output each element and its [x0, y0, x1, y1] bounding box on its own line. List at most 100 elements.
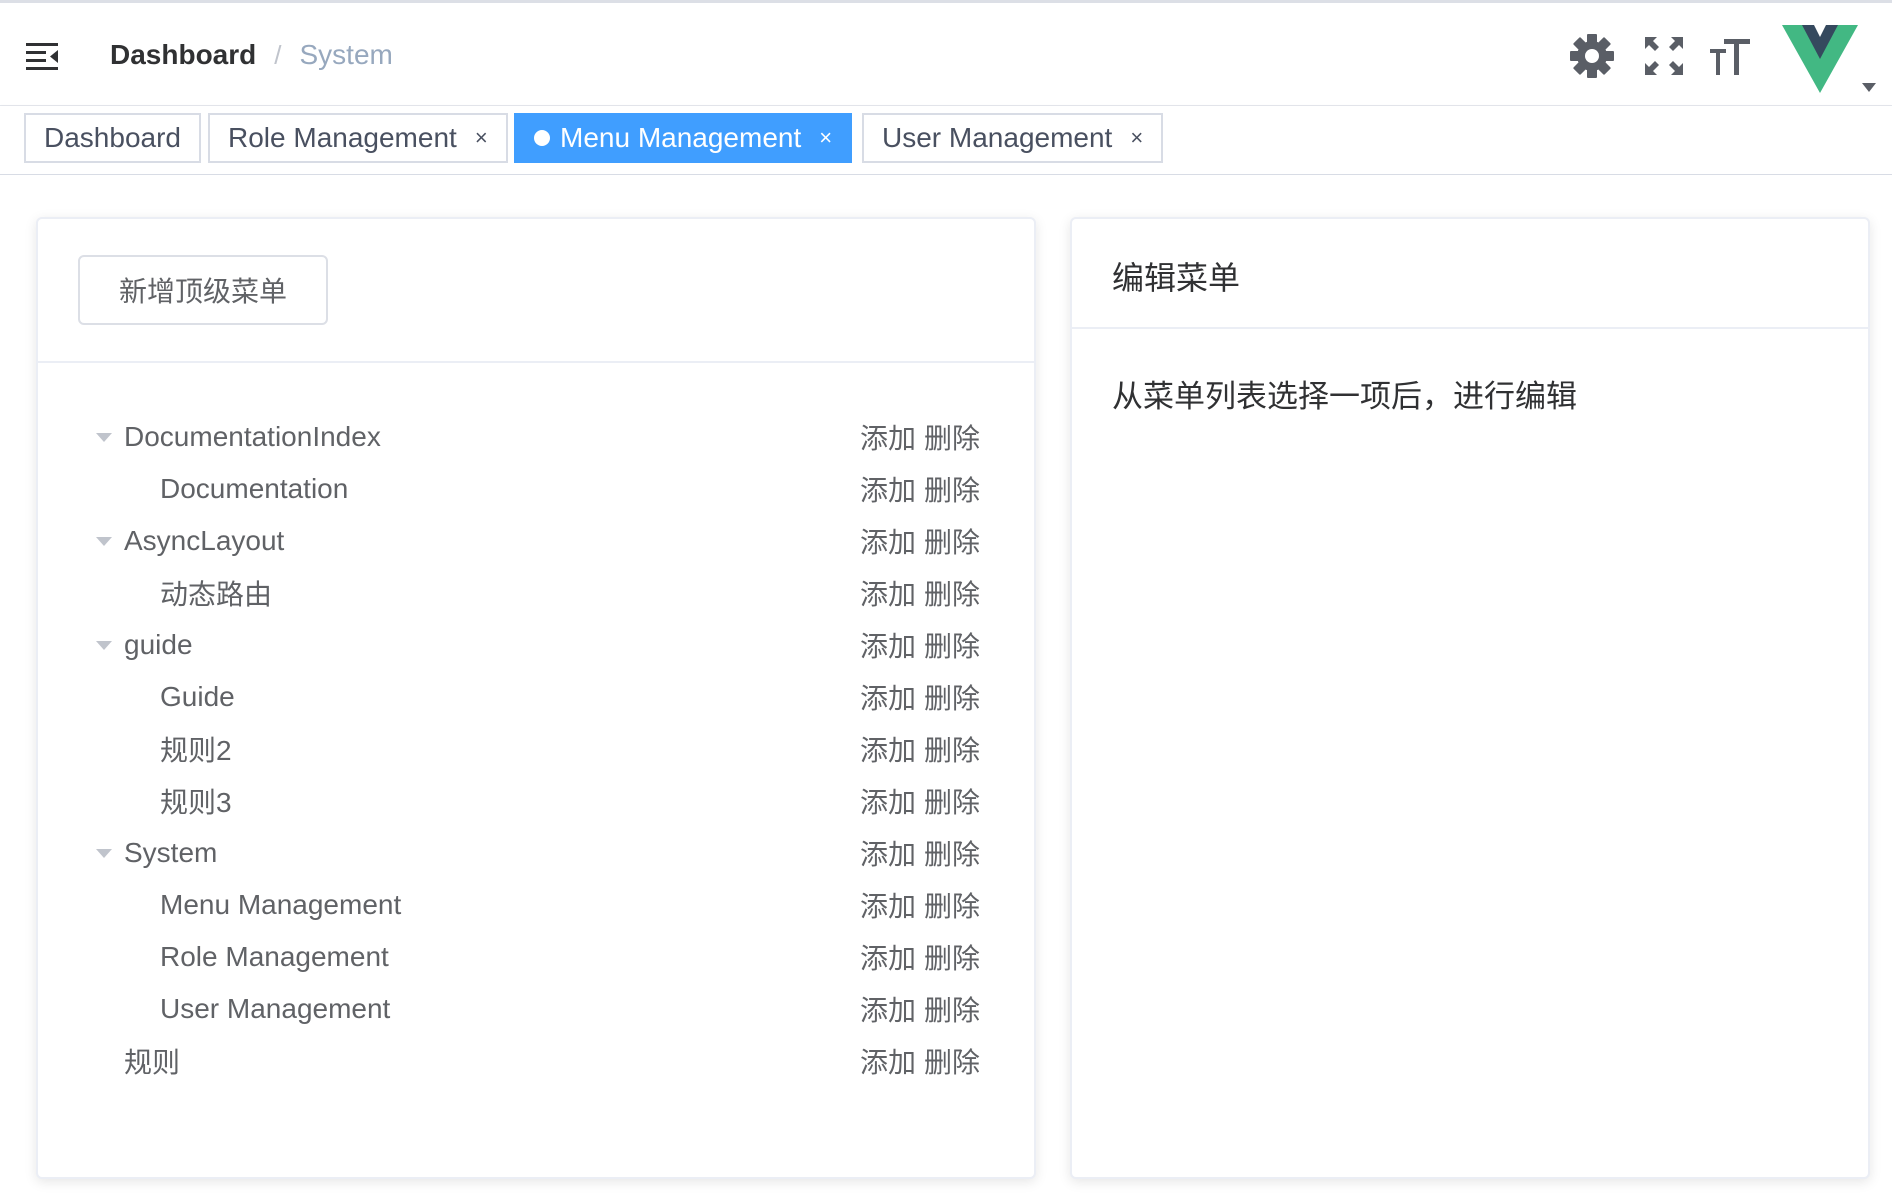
tree-node[interactable]: System 添加 删除	[38, 827, 1038, 879]
breadcrumb-separator: /	[274, 39, 282, 70]
add-child-button[interactable]: 添加	[860, 838, 916, 871]
add-child-button[interactable]: 添加	[860, 526, 916, 559]
tree-node-actions: 添加 删除	[860, 937, 980, 977]
delete-node-button[interactable]: 删除	[924, 786, 980, 819]
tree-node-label: User Management	[160, 993, 391, 1024]
delete-node-button[interactable]: 删除	[924, 422, 980, 455]
add-child-button[interactable]: 添加	[860, 682, 916, 715]
tree-node-label: System	[124, 837, 218, 868]
tag-menu-management[interactable]: Menu Management ×	[514, 113, 853, 163]
delete-node-button[interactable]: 删除	[924, 682, 980, 715]
fullscreen-icon[interactable]	[1641, 33, 1687, 79]
add-child-button[interactable]: 添加	[860, 786, 916, 819]
text-size-icon[interactable]	[1708, 33, 1754, 79]
close-icon[interactable]: ×	[819, 125, 832, 151]
tree-node-actions: 添加 删除	[860, 417, 980, 457]
tree-node[interactable]: Role Management 添加 删除	[38, 931, 1038, 983]
breadcrumb-home[interactable]: Dashboard	[110, 39, 256, 71]
tree-node-actions: 添加 删除	[860, 781, 980, 821]
tree-node-label: 规则2	[160, 735, 232, 766]
navbar: Dashboard / System	[0, 3, 1892, 106]
tag-dashboard[interactable]: Dashboard	[24, 113, 201, 163]
menu-fold-icon[interactable]	[26, 39, 62, 73]
delete-node-button[interactable]: 删除	[924, 734, 980, 767]
breadcrumb-current: System	[299, 39, 393, 70]
add-child-button[interactable]: 添加	[860, 994, 916, 1027]
tree-node[interactable]: 规则3 添加 删除	[38, 775, 1038, 827]
add-child-button[interactable]: 添加	[860, 422, 916, 455]
add-child-button[interactable]: 添加	[860, 1046, 916, 1079]
tree-node-label: 动态路由	[160, 579, 273, 610]
tree-node[interactable]: DocumentationIndex 添加 删除	[38, 411, 1038, 463]
avatar[interactable]	[1780, 21, 1860, 95]
tree-node-actions: 添加 删除	[860, 521, 980, 561]
delete-node-button[interactable]: 删除	[924, 994, 980, 1027]
delete-node-button[interactable]: 删除	[924, 474, 980, 507]
tree-node[interactable]: Menu Management 添加 删除	[38, 879, 1038, 931]
tree-node-actions: 添加 删除	[860, 573, 980, 613]
caret-down-icon[interactable]	[96, 433, 112, 442]
tree-node[interactable]: AsyncLayout 添加 删除	[38, 515, 1038, 567]
tree-node[interactable]: User Management 添加 删除	[38, 983, 1038, 1035]
tree-node-label: DocumentationIndex	[124, 421, 381, 452]
menu-tree-card: 新增顶级菜单 DocumentationIndex 添加 删除 Documentati…	[36, 217, 1036, 1179]
app-main: 新增顶级菜单 DocumentationIndex 添加 删除 Documentati…	[0, 175, 1892, 1204]
active-dot-icon	[534, 130, 550, 146]
edit-menu-card: 编辑菜单 从菜单列表选择一项后，进行编辑	[1070, 217, 1870, 1179]
breadcrumb: Dashboard / System	[110, 35, 393, 75]
edit-menu-title: 编辑菜单	[1112, 259, 1241, 297]
add-child-button[interactable]: 添加	[860, 734, 916, 767]
tree-node[interactable]: Guide 添加 删除	[38, 671, 1038, 723]
tree-node[interactable]: 动态路由 添加 删除	[38, 567, 1038, 619]
menu-tree: DocumentationIndex 添加 删除 Documentation 添加 删除 A…	[38, 411, 1038, 1087]
tree-node[interactable]: guide 添加 删除	[38, 619, 1038, 671]
delete-node-button[interactable]: 删除	[924, 526, 980, 559]
tree-node-label: Guide	[160, 681, 235, 712]
tree-node-actions: 添加 删除	[860, 833, 980, 873]
gear-icon[interactable]	[1569, 33, 1615, 79]
tree-node-label: AsyncLayout	[124, 525, 285, 556]
tree-node-actions: 添加 删除	[860, 729, 980, 769]
tags-view: Dashboard Role Management × Menu Managem…	[0, 106, 1892, 175]
tree-node-label: 规则3	[160, 787, 232, 818]
caret-down-icon[interactable]	[96, 849, 112, 858]
delete-node-button[interactable]: 删除	[924, 630, 980, 663]
tree-node-actions: 添加 删除	[860, 885, 980, 925]
tag-role-management[interactable]: Role Management ×	[208, 113, 508, 163]
add-child-button[interactable]: 添加	[860, 578, 916, 611]
tree-node-label: Role Management	[160, 941, 389, 972]
add-child-button[interactable]: 添加	[860, 630, 916, 663]
menu-tree-card-header: 新增顶级菜单	[38, 219, 1034, 363]
tag-label: Menu Management	[560, 122, 802, 153]
add-child-button[interactable]: 添加	[860, 890, 916, 923]
tag-label: User Management	[882, 122, 1113, 153]
chevron-down-icon[interactable]	[1862, 83, 1876, 92]
edit-menu-card-header: 编辑菜单	[1072, 219, 1868, 329]
delete-node-button[interactable]: 删除	[924, 1046, 980, 1079]
delete-node-button[interactable]: 删除	[924, 890, 980, 923]
add-child-button[interactable]: 添加	[860, 942, 916, 975]
delete-node-button[interactable]: 删除	[924, 942, 980, 975]
close-icon[interactable]: ×	[475, 125, 488, 151]
tree-node-label: 规则	[124, 1047, 181, 1078]
tree-node-label: Documentation	[160, 473, 349, 504]
tag-label: Role Management	[228, 122, 457, 153]
caret-down-icon[interactable]	[96, 537, 112, 546]
tree-node[interactable]: 规则 添加 删除	[38, 1035, 1038, 1087]
tree-node-label: Menu Management	[160, 889, 402, 920]
tree-node-actions: 添加 删除	[860, 1041, 980, 1081]
add-child-button[interactable]: 添加	[860, 474, 916, 507]
tag-label: Dashboard	[44, 122, 181, 153]
caret-down-icon[interactable]	[96, 641, 112, 650]
close-icon[interactable]: ×	[1130, 125, 1143, 151]
tag-user-management[interactable]: User Management ×	[862, 113, 1164, 163]
add-top-menu-button[interactable]: 新增顶级菜单	[78, 255, 328, 325]
tree-node-actions: 添加 删除	[860, 989, 980, 1029]
tree-node-label: guide	[124, 629, 193, 660]
tree-node-actions: 添加 删除	[860, 625, 980, 665]
edit-menu-hint: 从菜单列表选择一项后，进行编辑	[1112, 379, 1577, 415]
delete-node-button[interactable]: 删除	[924, 578, 980, 611]
delete-node-button[interactable]: 删除	[924, 838, 980, 871]
tree-node[interactable]: Documentation 添加 删除	[38, 463, 1038, 515]
tree-node[interactable]: 规则2 添加 删除	[38, 723, 1038, 775]
